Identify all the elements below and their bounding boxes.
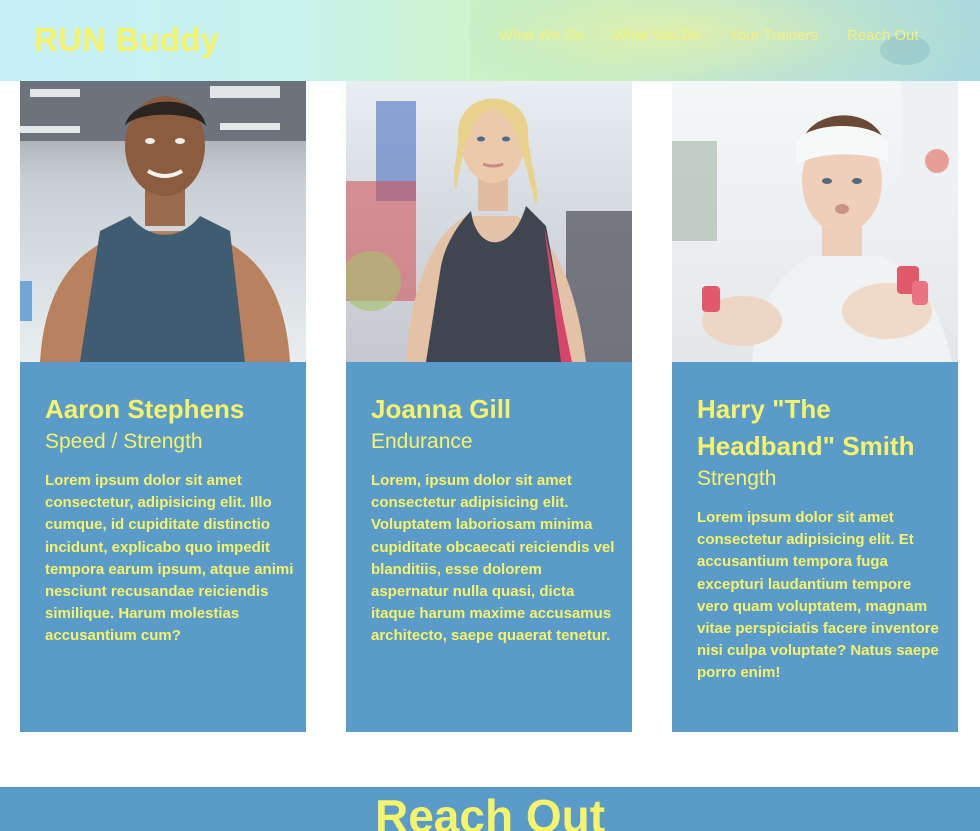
trainer-name: Aaron Stephens	[45, 394, 245, 424]
site-logo[interactable]: RUN Buddy	[34, 21, 219, 59]
trainer-bio: Lorem ipsum dolor sit amet consectetur a…	[697, 509, 939, 682]
main-nav: What We Do What You Do Your Trainers Rea…	[499, 27, 948, 44]
trainer-photo-aaron	[20, 81, 306, 362]
trainer-name: Harry "The Headband" Smith	[697, 394, 915, 461]
nav-link-reach-out[interactable]: Reach Out	[847, 27, 919, 44]
trainer-bio: Lorem, ipsum dolor sit amet consectetur …	[371, 472, 615, 645]
nav-link-your-trainers[interactable]: Your Trainers	[729, 27, 818, 44]
trainer-photo-harry	[672, 81, 958, 362]
trainer-name: Joanna Gill	[371, 394, 512, 424]
site-header: RUN Buddy What We Do What You Do Your Tr…	[0, 0, 980, 81]
nav-link-what-you-do[interactable]: What You Do	[613, 27, 701, 44]
trainer-card-joanna: Joanna Gill Endurance Lorem, ipsum dolor…	[346, 81, 632, 732]
nav-link-what-we-do[interactable]: What We Do	[499, 27, 584, 44]
trainer-bio: Lorem ipsum dolor sit amet consectetur, …	[45, 472, 294, 645]
reach-out-title: Reach Out	[374, 790, 606, 831]
trainer-card-aaron: Aaron Stephens Speed / Strength Lorem ip…	[20, 81, 306, 732]
trainer-info-aaron: Aaron Stephens Speed / Strength Lorem ip…	[45, 391, 295, 648]
trainer-info-harry: Harry "The Headband" Smith Strength Lore…	[697, 391, 947, 685]
trainer-role: Speed / Strength	[45, 430, 203, 453]
trainer-info-joanna: Joanna Gill Endurance Lorem, ipsum dolor…	[371, 391, 621, 648]
reach-out-section: Reach Out	[0, 787, 980, 831]
trainer-photo-joanna	[346, 81, 632, 362]
trainer-card-harry: Harry "The Headband" Smith Strength Lore…	[672, 81, 958, 732]
trainer-role: Strength	[697, 467, 777, 490]
trainer-role: Endurance	[371, 430, 473, 453]
